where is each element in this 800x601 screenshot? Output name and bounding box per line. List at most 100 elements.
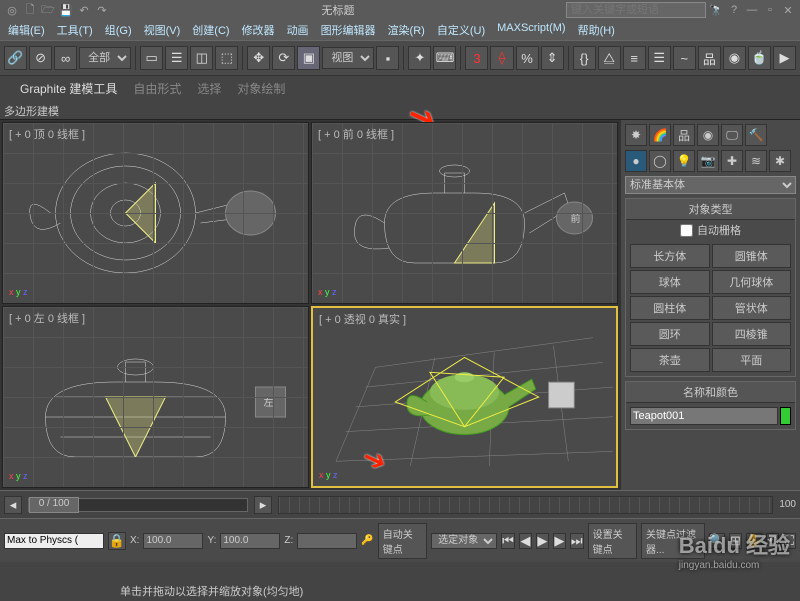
prim-geosphere[interactable]: 几何球体 bbox=[712, 270, 792, 294]
menu-customize[interactable]: 自定义(U) bbox=[437, 22, 485, 38]
quickrender-icon[interactable]: ▶ bbox=[773, 46, 796, 70]
prev-frame-icon[interactable]: ◀ bbox=[519, 533, 532, 549]
color-swatch[interactable] bbox=[780, 407, 791, 425]
ribbon-tab-freeform[interactable]: 自由形式 bbox=[133, 80, 181, 97]
layers-icon[interactable]: ☰ bbox=[648, 46, 671, 70]
x-input[interactable] bbox=[143, 533, 203, 549]
mirror-icon[interactable]: ⧋ bbox=[598, 46, 621, 70]
menu-render[interactable]: 渲染(R) bbox=[388, 22, 425, 38]
autokey-button[interactable]: 自动关键点 bbox=[378, 523, 427, 559]
select-name-icon[interactable]: ☰ bbox=[165, 46, 188, 70]
prim-tube[interactable]: 管状体 bbox=[712, 296, 792, 320]
ribbon-tab-select[interactable]: 选择 bbox=[197, 80, 221, 97]
utilities-tab-icon[interactable]: 🔨 bbox=[745, 124, 767, 146]
render-setup-icon[interactable]: 🍵 bbox=[748, 46, 771, 70]
scale-icon[interactable]: ▣ bbox=[297, 46, 320, 70]
viewport-left[interactable]: [ + 0 左 0 线框 ] 左 x y z bbox=[2, 306, 309, 488]
viewport-top[interactable]: [ + 0 顶 0 线框 ] x y z bbox=[2, 122, 309, 304]
spacewarps-icon[interactable]: ≋ bbox=[745, 150, 767, 172]
hierarchy-tab-icon[interactable]: 品 bbox=[673, 124, 695, 146]
keymode-icon[interactable]: ⌨ bbox=[433, 46, 456, 70]
manipulate-icon[interactable]: ✦ bbox=[408, 46, 431, 70]
menu-create[interactable]: 创建(C) bbox=[192, 22, 229, 38]
unlink-icon[interactable]: ⊘ bbox=[29, 46, 52, 70]
motion-tab-icon[interactable]: ◉ bbox=[697, 124, 719, 146]
systems-icon[interactable]: ✱ bbox=[769, 150, 791, 172]
key-icon[interactable]: 🔑 bbox=[361, 535, 373, 546]
goto-start-icon[interactable]: ⏮ bbox=[501, 533, 515, 549]
prim-sphere[interactable]: 球体 bbox=[630, 270, 710, 294]
time-slider-track[interactable]: 0 / 100 bbox=[28, 498, 248, 512]
timeline-right-icon[interactable]: ▸ bbox=[254, 496, 272, 514]
ribbon-tab-paint[interactable]: 对象绘制 bbox=[237, 80, 285, 97]
cameras-icon[interactable]: 📷 bbox=[697, 150, 719, 172]
search-input[interactable] bbox=[566, 2, 706, 18]
menu-help[interactable]: 帮助(H) bbox=[578, 22, 615, 38]
viewport-perspective[interactable]: [ + 0 透视 0 真实 ] x y z ➔ bbox=[311, 306, 618, 488]
percent-snap-icon[interactable]: % bbox=[516, 46, 539, 70]
geometry-icon[interactable]: ● bbox=[625, 150, 647, 172]
setkey-button[interactable]: 设置关键点 bbox=[588, 523, 637, 559]
menu-group[interactable]: 组(G) bbox=[105, 22, 132, 38]
menu-tools[interactable]: 工具(T) bbox=[57, 22, 93, 38]
snap-icon[interactable]: 3 bbox=[465, 46, 488, 70]
select-icon[interactable]: ▭ bbox=[140, 46, 163, 70]
goto-end-icon[interactable]: ⏭ bbox=[570, 533, 584, 549]
window-crossing-icon[interactable]: ⬚ bbox=[215, 46, 238, 70]
prim-box[interactable]: 长方体 bbox=[630, 244, 710, 268]
y-input[interactable] bbox=[220, 533, 280, 549]
prim-cone[interactable]: 圆锥体 bbox=[712, 244, 792, 268]
schematic-icon[interactable]: 品 bbox=[698, 46, 721, 70]
move-icon[interactable]: ✥ bbox=[247, 46, 270, 70]
autogrid-checkbox[interactable] bbox=[680, 224, 693, 237]
z-input[interactable] bbox=[297, 533, 357, 549]
prim-teapot[interactable]: 茶壶 bbox=[630, 348, 710, 372]
open-icon[interactable]: 🗁 bbox=[40, 2, 56, 18]
category-dropdown[interactable]: 标准基本体 bbox=[625, 176, 796, 194]
display-tab-icon[interactable]: 🖵 bbox=[721, 124, 743, 146]
binoculars-icon[interactable]: 🔭 bbox=[708, 2, 724, 18]
prim-pyramid[interactable]: 四棱锥 bbox=[712, 322, 792, 346]
rotate-icon[interactable]: ⟳ bbox=[272, 46, 295, 70]
menu-grapheditors[interactable]: 图形编辑器 bbox=[321, 22, 376, 38]
save-icon[interactable]: 💾 bbox=[58, 2, 74, 18]
menu-modifiers[interactable]: 修改器 bbox=[242, 22, 275, 38]
select-region-icon[interactable]: ◫ bbox=[190, 46, 213, 70]
play-icon[interactable]: ▶ bbox=[536, 533, 549, 549]
time-slider-thumb[interactable]: 0 / 100 bbox=[29, 497, 79, 513]
undo-icon[interactable]: ↶ bbox=[76, 2, 92, 18]
curve-editor-icon[interactable]: ~ bbox=[673, 46, 696, 70]
helpers-icon[interactable]: ✚ bbox=[721, 150, 743, 172]
menu-view[interactable]: 视图(V) bbox=[144, 22, 181, 38]
viewport-front[interactable]: [ + 0 前 0 线框 ] 前 x y z bbox=[311, 122, 618, 304]
prim-cylinder[interactable]: 圆柱体 bbox=[630, 296, 710, 320]
keymode-select[interactable]: 选定对象 bbox=[431, 533, 497, 549]
object-name-input[interactable] bbox=[630, 407, 778, 425]
material-icon[interactable]: ◉ bbox=[723, 46, 746, 70]
menu-edit[interactable]: 编辑(E) bbox=[8, 22, 45, 38]
menu-animation[interactable]: 动画 bbox=[287, 22, 309, 38]
prim-torus[interactable]: 圆环 bbox=[630, 322, 710, 346]
maxscript-listener[interactable] bbox=[4, 533, 104, 549]
align-icon[interactable]: ≡ bbox=[623, 46, 646, 70]
redo-icon[interactable]: ↷ bbox=[94, 2, 110, 18]
close-icon[interactable]: ✕ bbox=[780, 2, 796, 18]
next-frame-icon[interactable]: ▶ bbox=[553, 533, 566, 549]
ref-coord-system[interactable]: 视图 bbox=[322, 47, 374, 69]
prim-plane[interactable]: 平面 bbox=[712, 348, 792, 372]
timeline-ruler[interactable] bbox=[278, 496, 773, 514]
minimize-icon[interactable]: — bbox=[744, 2, 760, 18]
lock-icon[interactable]: 🔒 bbox=[108, 532, 126, 550]
shapes-icon[interactable]: ◯ bbox=[649, 150, 671, 172]
restore-icon[interactable]: ▫ bbox=[762, 2, 778, 18]
create-tab-icon[interactable]: ✸ bbox=[625, 124, 647, 146]
menu-maxscript[interactable]: MAXScript(M) bbox=[497, 22, 565, 38]
angle-snap-icon[interactable]: ⟠ bbox=[490, 46, 513, 70]
link-icon[interactable]: 🔗 bbox=[4, 46, 27, 70]
spinner-snap-icon[interactable]: ⇕ bbox=[541, 46, 564, 70]
named-sets-icon[interactable]: {} bbox=[573, 46, 596, 70]
selection-filter[interactable]: 全部 bbox=[79, 47, 131, 69]
ribbon-tab-graphite[interactable]: Graphite 建模工具 bbox=[20, 80, 117, 97]
bind-icon[interactable]: ∞ bbox=[54, 46, 77, 70]
timeline-left-icon[interactable]: ◂ bbox=[4, 496, 22, 514]
